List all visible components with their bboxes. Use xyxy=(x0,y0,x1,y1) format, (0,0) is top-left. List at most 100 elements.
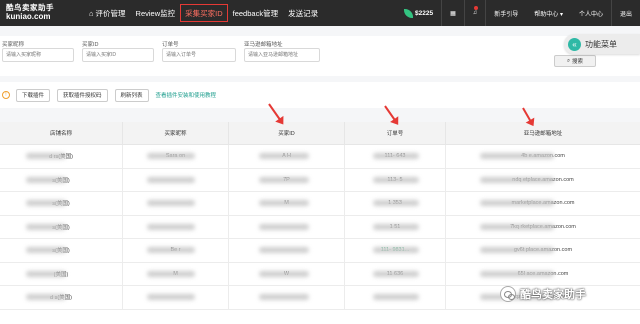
cell-amazon-email: gv6t place.amazon.com xyxy=(446,239,640,262)
cell-order-number: 1 353 xyxy=(345,192,446,215)
cell-buyer-id: M xyxy=(229,192,345,215)
nav-item-review-monitor[interactable]: Review监控 xyxy=(131,4,181,22)
redaction-blur xyxy=(147,223,195,230)
cell-store-name: s(美国) xyxy=(0,168,123,191)
order-number-input[interactable] xyxy=(162,48,236,62)
table-row[interactable]: s(美国) 7P113- 5ndq etplace.amazon.com xyxy=(0,168,640,192)
cell-store-name: s(美国) xyxy=(0,215,123,238)
cell-buyer-nickname xyxy=(123,215,229,238)
redaction-blur xyxy=(259,223,309,230)
guide-link[interactable]: 新手引导 xyxy=(486,0,526,26)
redaction-blur xyxy=(26,176,66,183)
redaction-blur xyxy=(26,200,66,207)
table-row[interactable]: s(美国) M1 353 marketplace.amazon.com xyxy=(0,192,640,216)
table-row[interactable]: s(美国)Be r 111- 9831...gv6t place.amazon.… xyxy=(0,239,640,263)
nav-menu: ⌂ 评价管理 Review监控 采集买家ID feedback管理 发送记录 xyxy=(84,0,323,26)
search-button[interactable]: ⌕ 搜索 xyxy=(554,55,596,67)
logo-text-en: kuniao.com xyxy=(6,12,51,21)
user-center-link[interactable]: 个人中心 xyxy=(571,0,611,26)
get-auth-code-button[interactable]: 获取插件授权码 xyxy=(57,88,108,102)
redaction-blur xyxy=(373,176,419,183)
refresh-list-button[interactable]: 刷新列表 xyxy=(114,88,149,102)
cell-store-name: s(美国) xyxy=(0,192,123,215)
redaction-blur xyxy=(147,294,195,301)
col-amazon-email[interactable]: 亚马逊邮箱地址 xyxy=(446,122,640,144)
redaction-blur xyxy=(26,270,66,277)
logo[interactable]: 酷鸟卖家助手 kuniao.com xyxy=(0,0,80,26)
action-bar: ! 下载插件 获取插件授权码 刷新列表 查看插件安装和使用教程 xyxy=(0,82,640,108)
nav-item-feedback[interactable]: feedback管理 xyxy=(228,4,283,22)
cell-buyer-id xyxy=(229,239,345,262)
redaction-blur xyxy=(373,153,419,160)
redaction-blur xyxy=(259,294,309,301)
nav-right: $2225 ▦ ♫ 新手引导 帮助中心 ▾ 个人中心 退出 xyxy=(396,0,640,26)
redaction-blur xyxy=(259,153,309,160)
redaction-blur xyxy=(259,200,309,207)
download-plugin-button[interactable]: 下载插件 xyxy=(16,88,51,102)
cell-order-number: 111- 643 xyxy=(345,145,446,168)
calendar-icon[interactable]: ▦ xyxy=(442,0,464,26)
redaction-blur xyxy=(373,247,419,254)
filter-order-number: 订单号 xyxy=(162,40,236,62)
cell-buyer-nickname xyxy=(123,192,229,215)
redaction-blur xyxy=(147,200,195,207)
redaction-blur xyxy=(259,247,309,254)
table-header: 店铺名称 买家昵称 买家ID 订单号 亚马逊邮箱地址 xyxy=(0,122,640,145)
redaction-blur xyxy=(480,176,554,183)
redaction-blur xyxy=(480,270,554,277)
bell-icon[interactable]: ♫ xyxy=(465,0,486,26)
cell-buyer-id: A H xyxy=(229,145,345,168)
table-row[interactable]: s(美国) 1 517kq rketplace.amazon.com xyxy=(0,215,640,239)
nav-item-collect-buyer-id[interactable]: 采集买家ID xyxy=(180,4,228,22)
cell-buyer-id xyxy=(229,215,345,238)
nav-item-reviews[interactable]: ⌂ 评价管理 xyxy=(84,4,131,22)
redaction-blur xyxy=(147,270,195,277)
redaction-blur xyxy=(26,153,66,160)
watermark: 酷鸟卖家助手 xyxy=(500,286,586,302)
buyer-nickname-input[interactable] xyxy=(2,48,74,62)
cell-store-name: d rs(美国) xyxy=(0,145,123,168)
cell-store-name: (美国) xyxy=(0,262,123,285)
leaf-icon xyxy=(404,8,414,18)
cell-buyer-nickname xyxy=(123,168,229,191)
home-icon: ⌂ xyxy=(89,8,94,18)
table-row[interactable]: (美国)M W11 63665l ace.amazon.com xyxy=(0,262,640,286)
buyer-id-input[interactable] xyxy=(82,48,154,62)
cell-buyer-nickname xyxy=(123,286,229,309)
cell-buyer-nickname: Sara on xyxy=(123,145,229,168)
redaction-blur xyxy=(147,247,195,254)
filter-buyer-nickname: 买家昵称 xyxy=(2,40,74,62)
cell-buyer-nickname: Be r xyxy=(123,239,229,262)
redaction-blur xyxy=(480,247,554,254)
cell-buyer-id: 7P xyxy=(229,168,345,191)
redaction-blur xyxy=(480,200,554,207)
redaction-blur xyxy=(147,176,195,183)
redaction-blur xyxy=(259,270,309,277)
redaction-blur xyxy=(480,223,554,230)
redaction-blur xyxy=(26,223,66,230)
cell-order-number: 111- 9831... xyxy=(345,239,446,262)
col-store-name[interactable]: 店铺名称 xyxy=(0,122,123,144)
logout-link[interactable]: 退出 xyxy=(612,0,640,26)
cell-store-name: d s(美国) xyxy=(0,286,123,309)
cell-amazon-email: 7kq rketplace.amazon.com xyxy=(446,216,640,239)
col-buyer-nickname[interactable]: 买家昵称 xyxy=(123,122,229,144)
amazon-email-input[interactable] xyxy=(244,48,320,62)
redaction-blur xyxy=(373,294,419,301)
cell-amazon-email: marketplace.amazon.com xyxy=(446,192,640,215)
redaction-blur xyxy=(147,153,195,160)
cell-order-number: 113- 5 xyxy=(345,168,446,191)
redaction-blur xyxy=(26,247,66,254)
col-buyer-id[interactable]: 买家ID xyxy=(229,122,345,144)
nav-item-send-log[interactable]: 发送记录 xyxy=(283,4,323,22)
function-menu-button[interactable]: « 功能菜单 xyxy=(564,34,640,54)
cell-buyer-id xyxy=(229,286,345,309)
redaction-blur xyxy=(373,223,419,230)
help-center-dropdown[interactable]: 帮助中心 ▾ xyxy=(526,0,571,26)
tutorial-link[interactable]: 查看插件安装和使用教程 xyxy=(156,91,217,99)
filter-panel: 买家昵称 买家ID 订单号 亚马逊邮箱地址 xyxy=(0,36,640,76)
redaction-blur xyxy=(373,200,419,207)
cell-buyer-nickname: M xyxy=(123,262,229,285)
table-row[interactable]: d rs(美国)Sara onA H111- 6434b e.amazon.co… xyxy=(0,145,640,169)
redaction-blur xyxy=(26,294,66,301)
